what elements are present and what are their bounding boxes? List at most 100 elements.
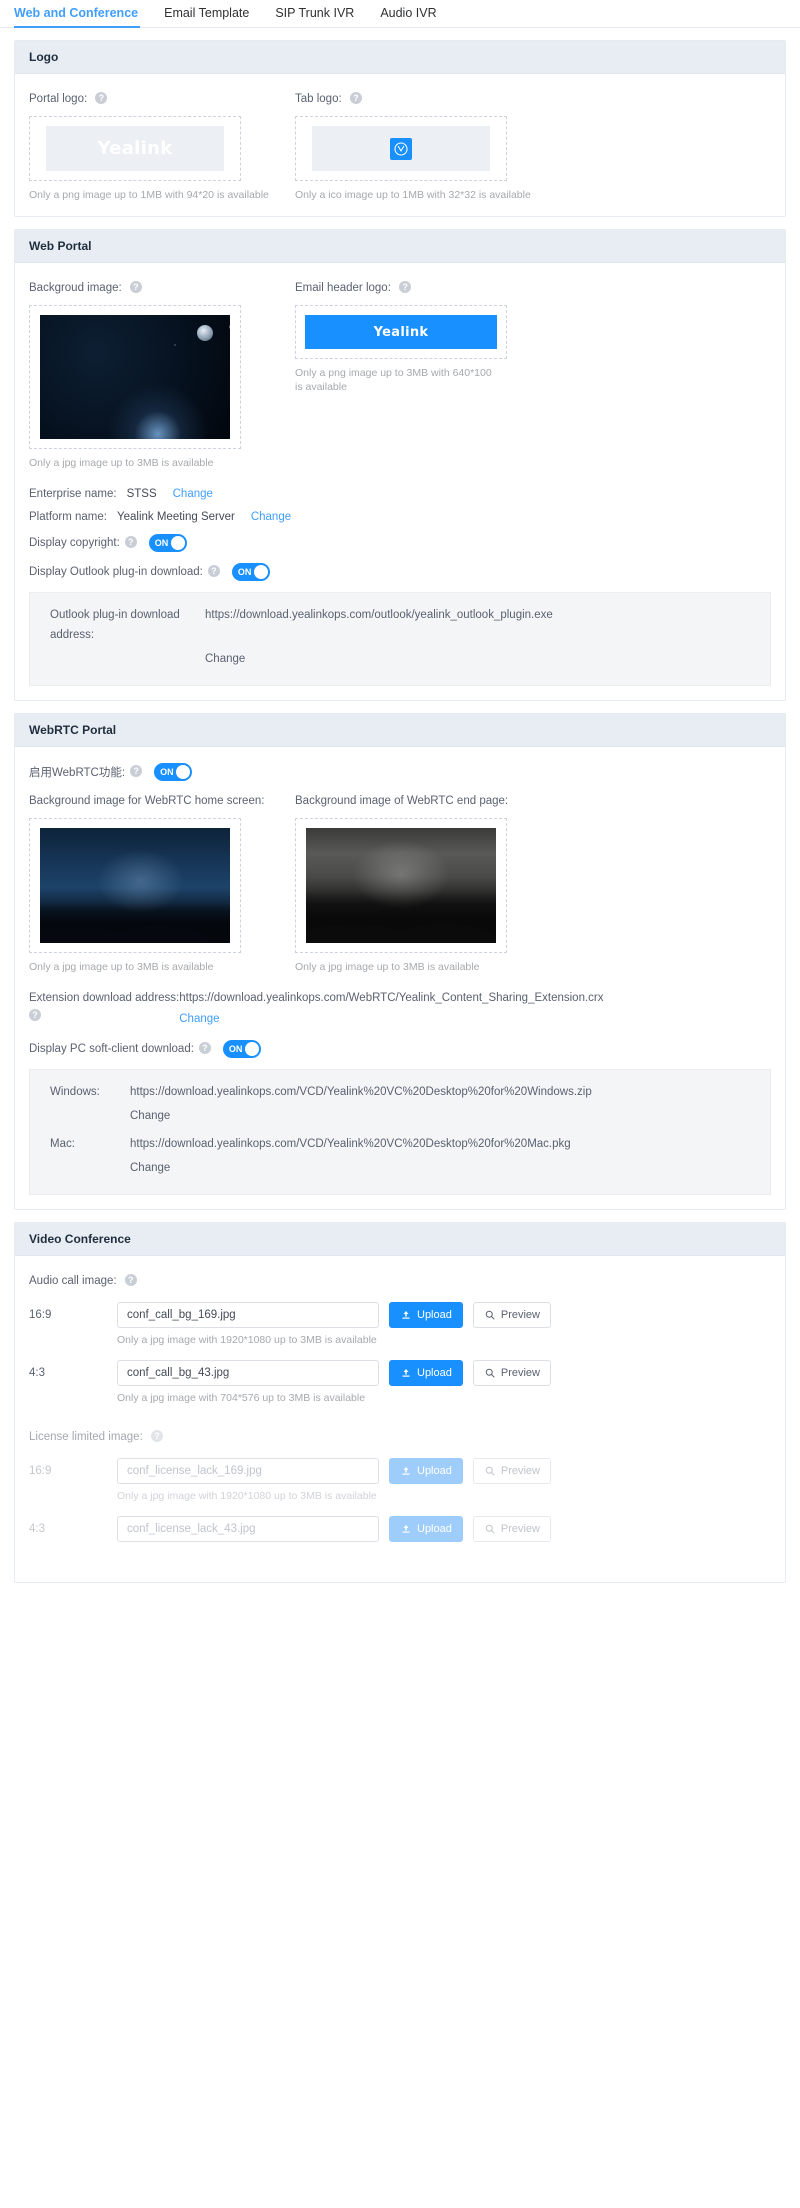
outlook-download-label: Outlook plug-in download address: — [50, 609, 180, 641]
audio-call-169-input[interactable] — [117, 1302, 379, 1328]
upload-icon — [402, 1525, 410, 1533]
pc-client-mac-row: Mac: https://download.yealinkops.com/VCD… — [50, 1134, 756, 1154]
logo-panel-body: Portal logo: ? Yealink Only a png image … — [15, 74, 785, 216]
display-copyright-toggle[interactable]: ON — [148, 534, 187, 552]
email-header-logo-label-wrap: Email header logo: ? — [295, 279, 561, 297]
email-header-logo-label: Email header logo: — [295, 282, 391, 294]
help-icon[interactable]: ? — [124, 1273, 137, 1286]
logo-panel-title: Logo — [15, 41, 785, 74]
extension-download-label-wrap: Extension download address: ? — [29, 988, 179, 1030]
help-icon[interactable]: ? — [207, 565, 220, 577]
portal-logo-label-wrap: Portal logo: ? — [29, 90, 295, 108]
tab-logo-preview — [312, 126, 490, 171]
tab-logo-group: Tab logo: ? Only a ico image up to 1MB w… — [295, 90, 561, 202]
logo-row: Portal logo: ? Yealink Only a png image … — [29, 90, 771, 202]
portal-logo-preview: Yealink — [46, 126, 224, 171]
toggle-label: ON — [237, 567, 252, 577]
tab-logo-label-wrap: Tab logo: ? — [295, 90, 561, 108]
webrtc-home-bg-dropzone[interactable] — [29, 818, 241, 953]
web-portal-panel-title: Web Portal — [15, 230, 785, 263]
license-43-preview-button[interactable]: Preview — [472, 1516, 551, 1542]
license-limited-image-label-wrap: License limited image: ? — [29, 1428, 771, 1446]
tab-web-and-conference[interactable]: Web and Conference — [14, 6, 152, 28]
help-icon[interactable]: ? — [129, 280, 142, 293]
help-icon[interactable]: ? — [130, 765, 143, 777]
logo-panel: Logo Portal logo: ? Yealink Only a png i… — [14, 40, 786, 217]
platform-name-row: Platform name: Yealink Meeting Server Ch… — [29, 511, 771, 523]
portal-logo-dropzone[interactable]: Yealink — [29, 116, 241, 181]
help-icon[interactable]: ? — [150, 1429, 163, 1442]
outlook-download-change-link[interactable]: Change — [205, 649, 756, 669]
help-icon[interactable]: ? — [198, 1042, 211, 1054]
audio-call-169-hint: Only a jpg image with 1920*1080 up to 3M… — [117, 1334, 377, 1346]
toggle-label: ON — [160, 767, 174, 777]
outlook-download-action-row: Change — [50, 649, 756, 669]
webrtc-end-bg-dropzone[interactable] — [295, 818, 507, 953]
tab-sip-trunk-ivr[interactable]: SIP Trunk IVR — [275, 6, 368, 27]
license-169-upload-button[interactable]: Upload — [389, 1458, 463, 1484]
pc-client-mac-label: Mac: — [50, 1138, 75, 1150]
pc-client-mac-change-link[interactable]: Change — [130, 1158, 756, 1178]
help-icon[interactable]: ? — [349, 91, 362, 104]
webrtc-portal-panel-title: WebRTC Portal — [15, 714, 785, 747]
background-image-preview — [40, 315, 230, 439]
license-limited-image-label: License limited image: — [29, 1431, 143, 1443]
display-pc-client-toggle[interactable]: ON — [222, 1040, 261, 1058]
tab-logo-dropzone[interactable] — [295, 116, 507, 181]
button-label: Upload — [417, 1465, 452, 1477]
background-image-dropzone[interactable] — [29, 305, 241, 449]
display-copyright-label: Display copyright: — [29, 537, 120, 549]
outlook-download-row: Outlook plug-in download address: https:… — [50, 605, 756, 645]
platform-name-change-link[interactable]: Change — [251, 511, 291, 523]
email-header-logo-text: Yealink — [373, 324, 429, 340]
portal-logo-group: Portal logo: ? Yealink Only a png image … — [29, 90, 295, 202]
upload-icon — [402, 1467, 410, 1475]
audio-call-43-preview-button[interactable]: Preview — [472, 1360, 551, 1386]
outlook-download-box: Outlook plug-in download address: https:… — [29, 592, 771, 686]
portal-logo-label: Portal logo: — [29, 93, 88, 105]
email-header-logo-dropzone[interactable]: Yealink — [295, 305, 507, 359]
toggle-label: ON — [154, 538, 169, 548]
license-169-input[interactable] — [117, 1458, 379, 1484]
enterprise-name-change-link[interactable]: Change — [173, 488, 213, 500]
magnifier-icon — [485, 1368, 495, 1378]
display-outlook-plugin-toggle[interactable]: ON — [231, 563, 270, 581]
tab-label: Web and Conference — [14, 6, 139, 20]
pc-client-mac-value: https://download.yealinkops.com/VCD/Yeal… — [130, 1138, 571, 1150]
yealink-favicon-icon — [390, 137, 412, 160]
video-conference-panel-body: Audio call image: ? 16:9 Upload Preview — [15, 1256, 785, 1582]
enable-webrtc-toggle[interactable]: ON — [154, 763, 193, 781]
help-icon[interactable]: ? — [399, 280, 412, 293]
help-icon[interactable]: ? — [29, 1008, 41, 1021]
license-169-preview-button[interactable]: Preview — [472, 1458, 551, 1484]
tab-email-template[interactable]: Email Template — [164, 6, 263, 27]
license-43-input[interactable] — [117, 1516, 379, 1542]
audio-call-43-hint: Only a jpg image with 704*576 up to 3MB … — [117, 1392, 366, 1404]
audio-call-169-preview-button[interactable]: Preview — [472, 1302, 551, 1328]
tab-audio-ivr[interactable]: Audio IVR — [380, 6, 450, 27]
extension-download-value-wrap: https://download.yealinkops.com/WebRTC/Y… — [179, 988, 771, 1030]
license-43-ratio: 4:3 — [29, 1523, 45, 1535]
tab-label: SIP Trunk IVR — [275, 6, 355, 20]
audio-call-169-upload-button[interactable]: Upload — [389, 1302, 463, 1328]
enterprise-name-label: Enterprise name: — [29, 488, 117, 500]
enterprise-name-row: Enterprise name: STSS Change — [29, 488, 771, 500]
toggle-label: ON — [228, 1044, 243, 1054]
license-169-ratio: 16:9 — [29, 1465, 52, 1477]
license-43-upload-button[interactable]: Upload — [389, 1516, 463, 1542]
help-icon[interactable]: ? — [124, 536, 137, 548]
audio-call-43-input[interactable] — [117, 1360, 379, 1386]
license-43-row: 4:3 Upload Preview — [29, 1516, 771, 1542]
extension-download-change-link[interactable]: Change — [179, 1008, 771, 1030]
portal-logo-text: Yealink — [97, 138, 173, 159]
webrtc-home-bg-label: Background image for WebRTC home screen: — [29, 795, 265, 807]
pc-client-windows-change-link[interactable]: Change — [130, 1106, 756, 1126]
button-label: Preview — [500, 1523, 540, 1535]
video-conference-panel-title: Video Conference — [15, 1223, 785, 1256]
help-icon[interactable]: ? — [95, 91, 108, 104]
audio-call-43-upload-button[interactable]: Upload — [389, 1360, 463, 1386]
button-label: Preview — [500, 1465, 540, 1477]
button-label: Upload — [417, 1367, 452, 1379]
